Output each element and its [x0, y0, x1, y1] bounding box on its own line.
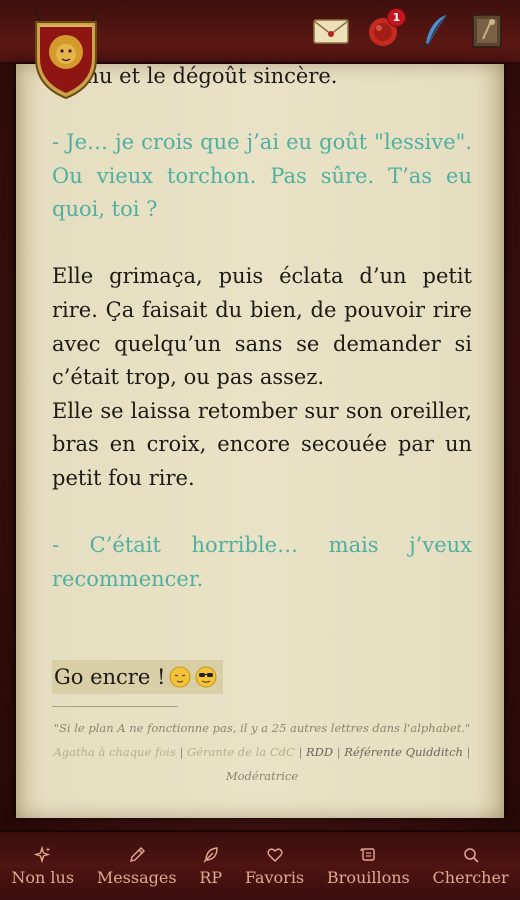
nav-brouillons[interactable]: Brouillons — [327, 846, 410, 887]
sunglasses-face-emoji-icon — [195, 666, 217, 688]
narration-paragraph: Elle grimaça, puis éclata d’un petit rir… — [52, 264, 472, 390]
nav-label: Messages — [96, 867, 177, 887]
signature-quote: "Si le plan A ne fonctionne pas, il y a … — [53, 721, 471, 735]
nav-label: Non lus — [11, 867, 75, 887]
notification-badge: 1 — [387, 8, 406, 27]
post-body: - Je… je crois que j’ai eu goût "lessive… — [52, 126, 472, 630]
nav-chercher[interactable]: Chercher — [433, 846, 509, 887]
bottom-nav: Non lus Messages RP Favoris Brouillons C… — [0, 830, 520, 900]
nav-label: Favoris — [244, 867, 305, 887]
dialogue-paragraph: - C’était horrible… mais j’veux recommen… — [52, 533, 472, 591]
signature-role: RDD — [305, 745, 334, 759]
signature-divider — [52, 706, 178, 707]
nav-label: Brouillons — [326, 867, 410, 887]
signature-role: Modératrice — [225, 769, 299, 783]
previous-text-line: …enu et le dégoût sincère. — [52, 64, 338, 88]
nav-label: Chercher — [432, 867, 509, 887]
heart-icon — [266, 847, 283, 862]
nav-label: RP — [199, 867, 223, 887]
signature-role: Référente Quidditch — [344, 745, 463, 759]
quill-icon[interactable] — [416, 12, 454, 50]
crest-icon[interactable] — [26, 7, 106, 100]
profile-book-icon[interactable] — [468, 12, 506, 50]
mail-icon[interactable] — [312, 12, 350, 50]
search-icon — [463, 847, 479, 863]
nav-messages[interactable]: Messages — [97, 846, 177, 887]
sparkle-icon — [33, 845, 51, 863]
closing-text: Go encre ! — [54, 665, 166, 689]
feather-icon — [203, 846, 218, 862]
pen-icon — [129, 846, 145, 862]
nav-favoris[interactable]: Favoris — [245, 846, 304, 887]
signature-role: Agatha à chaque fois — [53, 745, 176, 759]
nav-non-lus[interactable]: Non lus — [11, 845, 75, 887]
post-parchment: …enu et le dégoût sincère. - Je… je croi… — [14, 64, 506, 818]
dialogue-paragraph: - Je… je crois que j’ai eu goût "lessive… — [52, 130, 472, 222]
signature-role: Gérante de la CdC — [186, 745, 295, 759]
relieved-face-emoji-icon — [169, 666, 191, 688]
scroll-icon — [360, 847, 376, 861]
seal-notification-icon[interactable]: 1 — [364, 8, 406, 50]
closing-highlight: Go encre ! — [52, 660, 224, 694]
signature: "Si le plan A ne fonctionne pas, il y a … — [52, 716, 472, 788]
narration-paragraph: Elle se laissa retomber sur son oreiller… — [52, 398, 472, 490]
nav-rp[interactable]: RP — [199, 846, 222, 887]
